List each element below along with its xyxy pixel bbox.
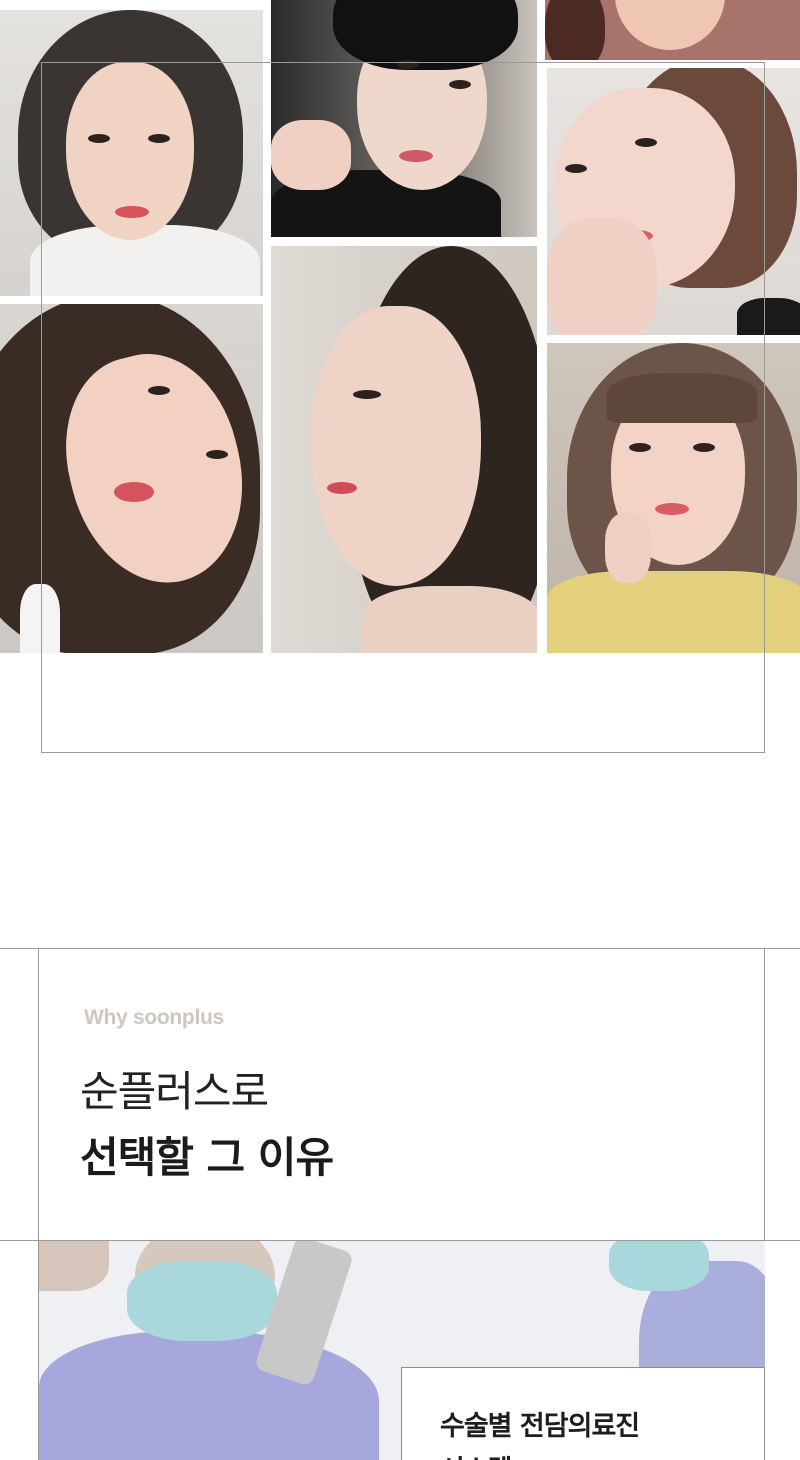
face-gallery bbox=[0, 0, 800, 655]
feature-subtitle: 시스템 bbox=[440, 1448, 513, 1460]
portrait-woman-long-hair-tilted bbox=[0, 304, 263, 653]
feature-callout: 수술별 전담의료진 시스템 bbox=[401, 1367, 765, 1460]
portrait-man-dark-hair bbox=[271, 0, 537, 237]
portrait-woman-hand-on-cheek bbox=[547, 68, 800, 335]
portrait-woman-side-profile bbox=[271, 246, 537, 653]
section-heading-line1: 순플러스로 bbox=[80, 1067, 269, 1116]
portrait-woman-bangs bbox=[547, 343, 800, 653]
section-eyebrow: Why soonplus bbox=[84, 1006, 224, 1029]
portrait-woman-top-right bbox=[545, 0, 800, 60]
portrait-woman-bob-hair bbox=[0, 10, 263, 296]
section-divider-top bbox=[0, 948, 800, 949]
feature-title: 수술별 전담의료진 bbox=[440, 1411, 640, 1442]
section-heading-line2: 선택할 그 이유 bbox=[80, 1133, 334, 1182]
